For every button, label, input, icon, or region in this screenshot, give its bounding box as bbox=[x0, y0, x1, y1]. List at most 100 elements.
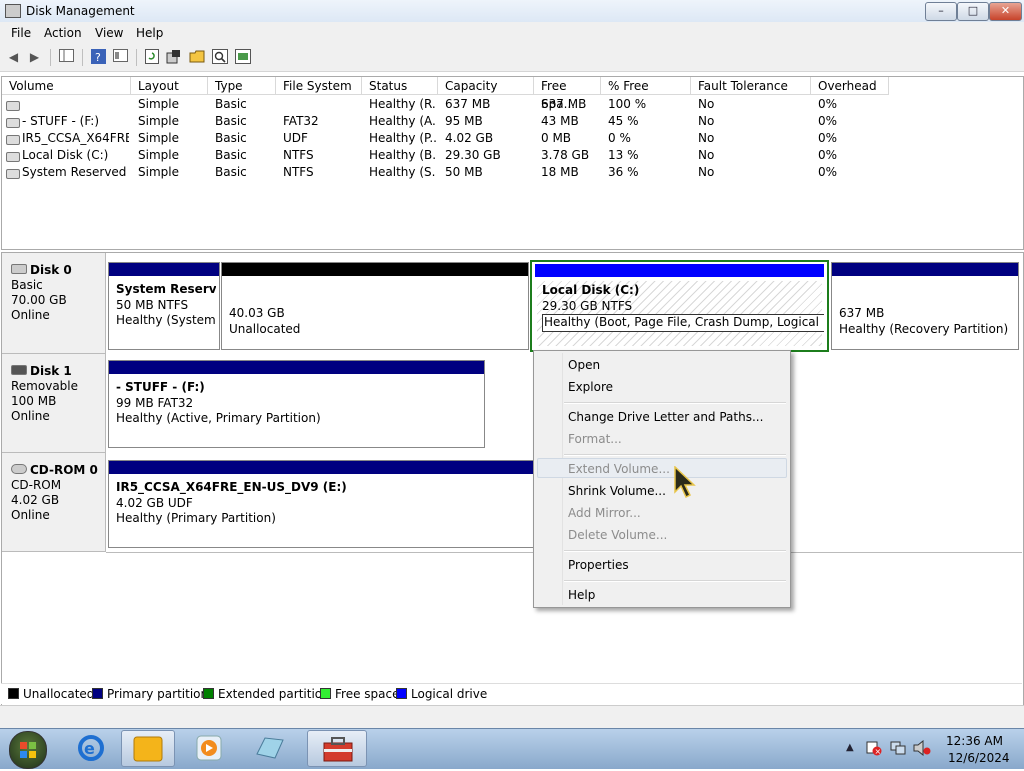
table-cell: No bbox=[698, 165, 715, 179]
disk-1-name: Disk 1 bbox=[30, 364, 72, 378]
partition-local-disk-c[interactable]: Local Disk (C:) 29.30 GB NTFS Healthy (Boo… bbox=[530, 260, 829, 352]
table-cell: 0% bbox=[818, 114, 838, 128]
partition-unallocated[interactable]: 40.03 GB Unallocated bbox=[221, 262, 529, 350]
col-fault-tolerance[interactable]: Fault Tolerance bbox=[691, 77, 811, 95]
mouse-pointer-icon bbox=[674, 465, 700, 503]
toolbox-icon[interactable] bbox=[307, 730, 367, 767]
table-cell: 95 MB bbox=[445, 114, 483, 128]
partition-size: 40.03 GB bbox=[229, 306, 285, 320]
menu-help[interactable]: Help bbox=[136, 26, 163, 40]
notepad-icon[interactable] bbox=[243, 730, 297, 767]
menu-add-mirror: Add Mirror... bbox=[568, 506, 641, 520]
menu-properties[interactable]: Properties bbox=[568, 558, 629, 572]
folder-icon[interactable] bbox=[121, 730, 175, 767]
col-free-space[interactable]: Free Spa... bbox=[534, 77, 601, 111]
table-cell[interactable]: - STUFF - (F:) bbox=[22, 114, 129, 128]
disk-1-label[interactable]: Disk 1 Removable 100 MB Online bbox=[2, 354, 106, 453]
partition-status: Unallocated bbox=[229, 321, 301, 336]
partition-size: 4.02 GB UDF bbox=[116, 495, 193, 510]
table-cell: 637 MB bbox=[541, 97, 587, 111]
action-center-icon[interactable]: × bbox=[866, 740, 882, 756]
connect-icon[interactable] bbox=[234, 49, 251, 65]
table-cell: 18 MB bbox=[541, 165, 579, 179]
table-cell: NTFS bbox=[283, 165, 314, 179]
refresh-icon[interactable] bbox=[143, 49, 160, 65]
disk-0-state: Online bbox=[11, 308, 50, 322]
clock-date[interactable]: 12/6/2024 bbox=[948, 751, 1010, 765]
network-icon[interactable] bbox=[890, 740, 906, 756]
help-icon[interactable]: ? bbox=[90, 49, 107, 65]
col-status[interactable]: Status bbox=[362, 77, 438, 95]
partition-status: Healthy (Recovery Partition) bbox=[839, 321, 1009, 336]
col-capacity[interactable]: Capacity bbox=[438, 77, 534, 95]
partition-recovery[interactable]: 637 MB Healthy (Recovery Partition) bbox=[831, 262, 1019, 350]
col-file-system[interactable]: File System bbox=[276, 77, 362, 95]
cdrom-0-label[interactable]: CD-ROM 0 CD-ROM 4.02 GB Online bbox=[2, 453, 106, 552]
menu-file[interactable]: File bbox=[11, 26, 31, 40]
table-cell: Simple bbox=[138, 131, 179, 145]
table-cell: Simple bbox=[138, 165, 179, 179]
tray-expand-icon[interactable]: ▲ bbox=[846, 742, 854, 753]
cdrom-0-state: Online bbox=[11, 508, 50, 522]
maximize-button[interactable]: □ bbox=[957, 2, 989, 21]
menu-action[interactable]: Action bbox=[44, 26, 82, 40]
volume-muted-icon[interactable] bbox=[913, 739, 931, 757]
col-layout[interactable]: Layout bbox=[131, 77, 208, 95]
properties-icon[interactable] bbox=[112, 49, 129, 65]
table-cell: NTFS bbox=[283, 148, 314, 162]
partition-size: 50 MB NTFS bbox=[116, 297, 189, 312]
disk-graphical-view: Disk 0 Basic 70.00 GB Online System Rese… bbox=[1, 252, 1024, 706]
menu-delete-volume: Delete Volume... bbox=[568, 528, 668, 542]
media-player-icon[interactable] bbox=[182, 730, 236, 767]
internet-explorer-icon[interactable]: e bbox=[64, 730, 118, 767]
table-cell: Healthy (B... bbox=[369, 148, 436, 162]
table-cell: No bbox=[698, 97, 715, 111]
disk-0-label[interactable]: Disk 0 Basic 70.00 GB Online bbox=[2, 253, 106, 354]
table-cell: FAT32 bbox=[283, 114, 319, 128]
col-type[interactable]: Type bbox=[208, 77, 276, 95]
back-icon[interactable]: ◀ bbox=[5, 49, 22, 65]
partition-dvd-e[interactable]: IR5_CCSA_X64FRE_EN-US_DV9 (E:) 4.02 GB UD… bbox=[108, 460, 538, 548]
col-volume[interactable]: Volume bbox=[2, 77, 131, 95]
col-overhead[interactable]: Overhead bbox=[811, 77, 889, 95]
menu-help-item[interactable]: Help bbox=[568, 588, 595, 602]
volume-drive-icon bbox=[6, 169, 20, 179]
context-menu: Open Explore Change Drive Letter and Pat… bbox=[533, 350, 791, 608]
menu-shrink-volume[interactable]: Shrink Volume... bbox=[568, 484, 666, 498]
partition-system-reserved[interactable]: System Reserved50 MB NTFSHealthy (System… bbox=[108, 262, 220, 350]
legend-label: Free space bbox=[335, 687, 400, 701]
table-cell[interactable]: IR5_CCSA_X64FRE... bbox=[22, 131, 129, 145]
open-icon[interactable] bbox=[188, 49, 205, 65]
minimize-button[interactable]: – bbox=[925, 2, 957, 21]
windows-orb-icon[interactable] bbox=[9, 731, 47, 769]
table-cell: 4.02 GB bbox=[445, 131, 494, 145]
menu-explore[interactable]: Explore bbox=[568, 380, 613, 394]
table-cell: 13 % bbox=[608, 148, 639, 162]
menu-open[interactable]: Open bbox=[568, 358, 600, 372]
table-cell: Healthy (P... bbox=[369, 131, 436, 145]
legend-label: Extended partition bbox=[218, 687, 330, 701]
close-button[interactable]: ✕ bbox=[989, 2, 1022, 21]
partition-name: Local Disk (C:) bbox=[542, 283, 640, 297]
forward-icon[interactable]: ▶ bbox=[26, 49, 43, 65]
menu-change-drive-letter[interactable]: Change Drive Letter and Paths... bbox=[568, 410, 763, 424]
volume-drive-icon bbox=[6, 101, 20, 111]
menu-extend-volume: Extend Volume... bbox=[568, 462, 670, 476]
settings-icon[interactable] bbox=[165, 49, 182, 65]
volume-drive-icon bbox=[6, 118, 20, 128]
console-tree-icon[interactable] bbox=[58, 49, 75, 65]
partition-name: System Reserved bbox=[116, 282, 216, 296]
table-cell: 0% bbox=[818, 131, 838, 145]
clock-time[interactable]: 12:36 AM bbox=[946, 734, 1003, 748]
search-icon[interactable] bbox=[211, 49, 228, 65]
table-cell: 100 % bbox=[608, 97, 647, 111]
menu-format: Format... bbox=[568, 432, 622, 446]
table-cell[interactable]: System Reserved bbox=[22, 165, 129, 179]
partition-stuff-f[interactable]: - STUFF - (F:) 99 MB FAT32 Healthy (Active… bbox=[108, 360, 485, 448]
volume-drive-icon bbox=[6, 135, 20, 145]
table-cell[interactable]: Local Disk (C:) bbox=[22, 148, 129, 162]
menu-view[interactable]: View bbox=[95, 26, 123, 40]
removable-disk-icon bbox=[11, 365, 27, 375]
col-percent-free[interactable]: % Free bbox=[601, 77, 691, 95]
partition-name: - STUFF - (F:) bbox=[116, 380, 205, 394]
